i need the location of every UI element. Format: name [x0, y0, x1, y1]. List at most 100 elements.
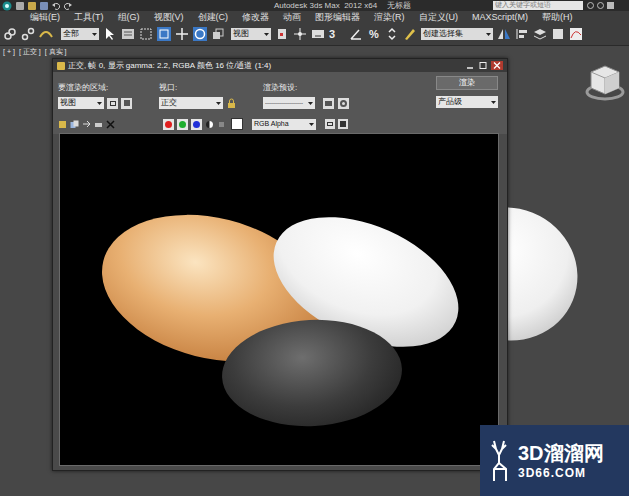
channel-dot [193, 121, 200, 128]
title-bar: Autodesk 3ds Max 2012 x64 无标题 [0, 0, 629, 11]
render-image-toolbar: RGB Alpha [53, 116, 507, 132]
undo-icon[interactable] [52, 2, 60, 10]
viewport-dropdown[interactable]: 正交 [159, 97, 223, 109]
render-column: 渲染 产品级 [436, 76, 498, 116]
select-manipulate-icon[interactable] [293, 27, 307, 41]
maximize-icon[interactable] [478, 61, 488, 70]
reference-coordinate-value: 视图 [233, 28, 249, 40]
render-canvas [59, 133, 499, 466]
selection-filter-value: 全部 [63, 28, 79, 40]
angle-snap-icon[interactable] [349, 27, 363, 41]
select-by-name-icon[interactable] [121, 27, 135, 41]
menu-item[interactable]: 渲染(R) [374, 13, 405, 22]
copy-image-icon[interactable] [70, 120, 79, 129]
render-window-title-bar[interactable]: 正交, 帧 0, 显示 gamma: 2.2, RGBA 颜色 16 位/通道 … [53, 59, 507, 72]
monochrome-icon[interactable] [205, 120, 214, 129]
selection-filter-dropdown[interactable]: 全部 [61, 28, 99, 40]
background-color-swatch[interactable] [231, 118, 243, 130]
viewport-label-item[interactable]: [ 真实 ] [45, 47, 67, 56]
app-logo-icon[interactable] [2, 1, 12, 11]
deer-logo-icon [484, 439, 514, 483]
spinner-snap-icon[interactable] [385, 27, 399, 41]
viewport-label-item[interactable]: [ + ] [3, 47, 15, 56]
window-crossing-icon[interactable] [157, 27, 171, 41]
clone-window-icon[interactable] [82, 120, 91, 129]
print-icon[interactable] [94, 120, 103, 129]
scale-icon[interactable] [211, 27, 225, 41]
environment-effects-icon[interactable] [338, 98, 349, 109]
info-panel-icon[interactable] [325, 119, 335, 129]
document-title: 无标题 [387, 0, 411, 12]
menu-item[interactable]: 帮助(H) [542, 13, 573, 22]
menu-item[interactable]: 组(G) [118, 13, 140, 22]
unlink-icon[interactable] [21, 27, 35, 41]
window-title: Autodesk 3ds Max 2012 x64 无标题 [76, 0, 489, 12]
viewport-label[interactable]: [ + ] [ 正交 ] [ 真实 ] [3, 47, 66, 56]
edit-named-selection-icon[interactable] [403, 27, 417, 41]
preset-value: ------------------- [265, 99, 303, 108]
edit-region-icon[interactable] [107, 98, 118, 109]
render-button-label: 渲染 [459, 77, 475, 89]
viewport-label-item[interactable]: [ 正交 ] [19, 47, 41, 56]
minimize-icon[interactable] [465, 61, 475, 70]
quality-dropdown[interactable]: 产品级 [436, 96, 498, 108]
save-image-icon[interactable] [58, 120, 67, 129]
viewport-label-text: 视口: [159, 76, 263, 94]
clear-icon[interactable] [106, 120, 115, 129]
area-dropdown[interactable]: 视图 [58, 97, 104, 109]
channel-toggle[interactable] [191, 119, 202, 130]
keyboard-shortcut-icon[interactable] [311, 27, 325, 41]
menu-item[interactable]: 视图(V) [154, 13, 184, 22]
preset-column: 渲染预设: ------------------- [263, 76, 436, 116]
redo-icon[interactable] [64, 2, 72, 10]
mirror-icon[interactable] [497, 27, 511, 41]
reference-coordinate-dropdown[interactable]: 视图 [231, 28, 271, 40]
clear-channel-icon[interactable] [217, 120, 226, 129]
link-icon[interactable] [3, 27, 17, 41]
channel-toggle[interactable] [163, 119, 174, 130]
channel-display-value: RGB Alpha [254, 119, 289, 130]
menu-item[interactable]: 自定义(U) [419, 13, 459, 22]
render-setup-icon[interactable] [323, 98, 334, 109]
viewcube-icon[interactable] [584, 62, 626, 104]
watermark-brand: 3D溜溜网 [518, 443, 604, 463]
move-icon[interactable] [175, 27, 189, 41]
menu-item[interactable]: 创建(C) [198, 13, 229, 22]
curve-editor-icon[interactable] [569, 27, 583, 41]
open-file-icon[interactable] [28, 2, 36, 10]
toggle-toolbar-icon[interactable] [338, 119, 348, 129]
area-label: 要渲染的区域: [58, 76, 159, 94]
main-toolbar: 全部 视图 3 % 创建选择集 [0, 23, 629, 46]
menu-item[interactable]: 编辑(E) [30, 13, 60, 22]
snap-toggle[interactable]: 3 [329, 27, 345, 41]
render-frame-window[interactable]: 正交, 帧 0, 显示 gamma: 2.2, RGBA 颜色 16 位/通道 … [52, 58, 508, 471]
menu-item[interactable]: 动画 [283, 13, 301, 22]
menu-item[interactable]: 修改器 [242, 13, 269, 22]
menu-item[interactable]: 图形编辑器 [315, 13, 360, 22]
new-file-icon[interactable] [16, 2, 24, 10]
pivot-icon[interactable] [275, 27, 289, 41]
search-field[interactable] [493, 1, 583, 10]
bind-space-warp-icon[interactable] [39, 27, 53, 41]
rotate-icon[interactable] [193, 27, 207, 41]
channel-toggle[interactable] [177, 119, 188, 130]
save-icon[interactable] [40, 2, 48, 10]
graphite-tools-icon[interactable] [551, 27, 565, 41]
percent-snap-toggle[interactable]: % [367, 27, 381, 41]
auto-region-icon[interactable] [121, 98, 132, 109]
selection-set-dropdown[interactable]: 创建选择集 [421, 28, 493, 40]
align-icon[interactable] [515, 27, 529, 41]
rectangle-region-icon[interactable] [139, 27, 153, 41]
render-button[interactable]: 渲染 [436, 76, 498, 90]
help-search-icon[interactable] [587, 2, 627, 10]
lock-icon[interactable] [227, 98, 236, 109]
menu-item[interactable]: 工具(T) [74, 13, 104, 22]
close-icon[interactable] [491, 61, 503, 70]
select-object-icon[interactable] [103, 27, 117, 41]
channel-display-dropdown[interactable]: RGB Alpha [252, 119, 316, 130]
preset-dropdown[interactable]: ------------------- [263, 97, 315, 109]
percent-snap-label: % [369, 26, 379, 43]
render-window-app-icon [57, 62, 65, 70]
menu-item[interactable]: MAXScript(M) [472, 13, 528, 22]
layer-manager-icon[interactable] [533, 27, 547, 41]
